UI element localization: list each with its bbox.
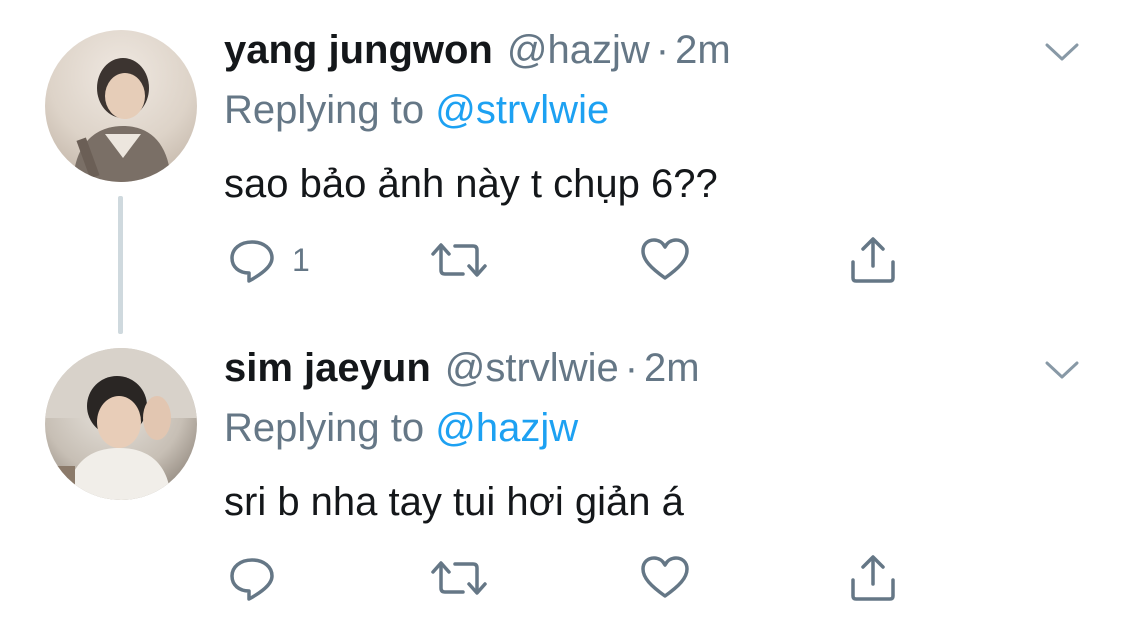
- avatar[interactable]: [45, 30, 197, 182]
- retweet-button[interactable]: [429, 232, 489, 288]
- timestamp[interactable]: 2m: [644, 346, 700, 391]
- avatar-photo: [73, 58, 171, 182]
- like-icon: [641, 238, 689, 280]
- share-button[interactable]: [847, 550, 899, 606]
- like-icon: [641, 556, 689, 598]
- retweet-icon: [431, 243, 487, 277]
- avatar[interactable]: [45, 348, 197, 500]
- like-button[interactable]: [639, 550, 691, 606]
- avatar-photo: [45, 348, 197, 500]
- retweet-icon: [431, 561, 487, 595]
- tweet[interactable]: yang jungwon @hazjw · 2m Replying to @st…: [0, 0, 1125, 334]
- share-icon: [851, 237, 895, 283]
- share-icon: [851, 555, 895, 601]
- reply-button[interactable]: [226, 550, 292, 606]
- tweet-header: sim jaeyun @strvlwie · 2m: [224, 346, 700, 396]
- replying-to: Replying to @strvlwie: [224, 88, 609, 133]
- thread-line: [118, 196, 123, 334]
- replying-to-label: Replying to: [224, 88, 425, 132]
- tweet-text: sao bảo ảnh này t chụp 6??: [224, 162, 718, 206]
- mention-link[interactable]: @hazjw: [435, 406, 578, 450]
- user-handle[interactable]: @hazjw: [507, 28, 650, 73]
- tweet[interactable]: sim jaeyun @strvlwie · 2m Replying to @h…: [0, 318, 1125, 625]
- replying-to-label: Replying to: [224, 406, 425, 450]
- reply-icon: [230, 240, 274, 283]
- tweet-actions: 1: [224, 232, 924, 288]
- mention-link[interactable]: @strvlwie: [435, 88, 609, 132]
- chevron-down-icon[interactable]: [1045, 360, 1079, 380]
- tweet-text: sri b nha tay tui hơi giản á: [224, 480, 684, 524]
- display-name[interactable]: yang jungwon: [224, 28, 493, 73]
- reply-button[interactable]: 1: [226, 232, 310, 288]
- display-name[interactable]: sim jaeyun: [224, 346, 431, 391]
- timestamp[interactable]: 2m: [675, 28, 731, 73]
- tweet-actions: [224, 550, 924, 606]
- like-button[interactable]: [639, 232, 691, 288]
- reply-icon: [230, 558, 274, 601]
- replying-to: Replying to @hazjw: [224, 406, 578, 451]
- user-handle[interactable]: @strvlwie: [445, 346, 619, 391]
- separator-dot: ·: [655, 28, 670, 72]
- separator-dot: ·: [624, 346, 639, 390]
- chevron-down-icon[interactable]: [1045, 42, 1079, 62]
- share-button[interactable]: [847, 232, 899, 288]
- retweet-button[interactable]: [429, 550, 489, 606]
- reply-count: 1: [292, 241, 310, 278]
- tweet-header: yang jungwon @hazjw · 2m: [224, 28, 731, 78]
